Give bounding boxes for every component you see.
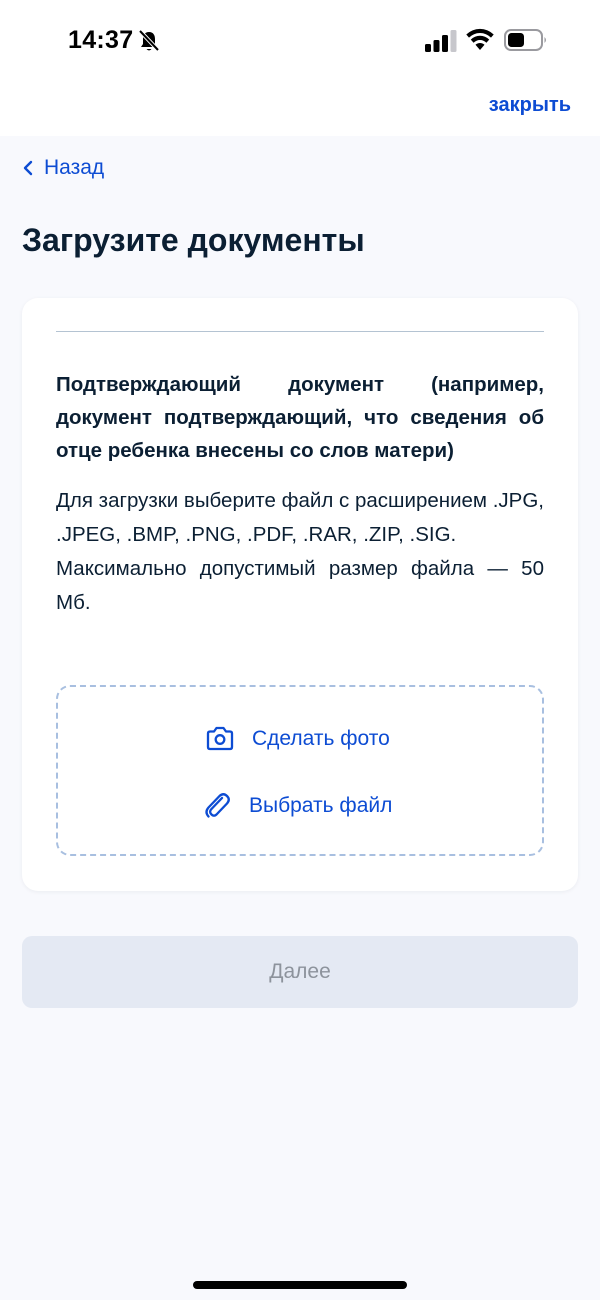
choose-file-label: Выбрать файл — [249, 794, 393, 817]
wifi-icon — [466, 28, 494, 50]
back-link-label: Назад — [44, 156, 105, 179]
upload-hint-size: Максимально допустимый размер файла — 50… — [56, 557, 544, 614]
upload-hint: Для загрузки выберите файл с расширением… — [56, 484, 544, 620]
status-bar: 14:37 — [0, 0, 600, 82]
upload-hint-formats: Для загрузки выберите файл с расширением… — [56, 489, 544, 546]
close-link[interactable]: закрыть — [489, 94, 571, 117]
paperclip-icon — [205, 793, 230, 818]
camera-icon — [206, 726, 234, 751]
back-link[interactable]: Назад — [22, 156, 104, 180]
status-time: 14:37 — [68, 26, 134, 54]
signal-icon — [425, 30, 457, 52]
take-photo-button[interactable]: Сделать фото — [204, 724, 390, 754]
top-header: закрыть — [0, 82, 600, 136]
choose-file-button[interactable]: Выбрать файл — [201, 791, 392, 821]
page-title: Загрузите документы — [22, 222, 365, 258]
home-indicator — [193, 1281, 407, 1289]
chevron-left-icon — [23, 160, 33, 176]
card-divider — [56, 331, 544, 332]
next-button[interactable]: Далее — [22, 936, 578, 1008]
document-card: Подтверждающий документ (например, докум… — [22, 298, 578, 891]
take-photo-label: Сделать фото — [252, 727, 390, 750]
upload-documents-screen: 14:37 закрыть Назад Загрузите документы … — [0, 0, 600, 1300]
document-title: Подтверждающий документ (например, докум… — [56, 373, 544, 462]
upload-dropzone[interactable]: Сделать фото Выбрать файл — [56, 685, 544, 856]
bell-slash-icon — [138, 29, 160, 52]
battery-icon — [504, 29, 546, 51]
